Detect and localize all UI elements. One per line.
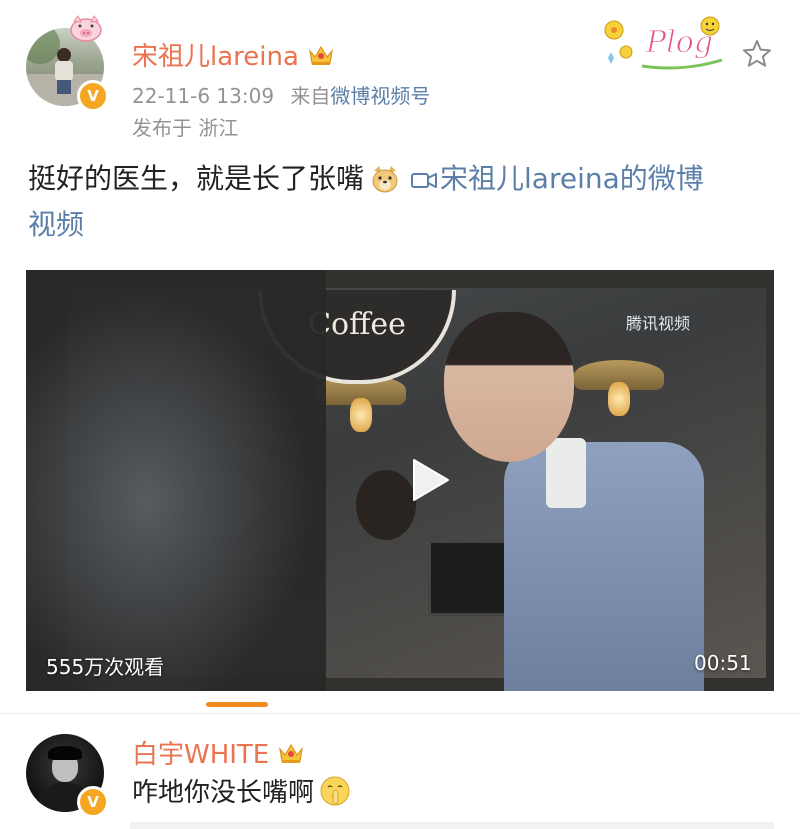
shush-face-icon [320,776,350,805]
post-body: 挺好的医生，就是长了张嘴 宋祖儿lareina的微博视频 [28,156,768,248]
post-timestamp: 22-11-6 13:09 [132,84,275,108]
video-link[interactable]: 宋祖儿lareina的微博 [440,162,704,195]
doge-emoji-icon [372,166,398,193]
pig-sticker-icon [70,15,102,42]
post-location: 发布于 浙江 [132,116,239,140]
source-link[interactable]: 微博视频号 [330,84,430,108]
section-divider [0,713,800,714]
plog-text: Plog [645,25,713,60]
commenter-verified-badge-icon: V [77,786,109,818]
post-text: 挺好的医生，就是长了张嘴 [28,162,365,195]
play-icon[interactable] [406,456,454,504]
view-count: 555万次观看 [46,655,165,679]
video-camera-icon [411,173,438,188]
post-meta: 22-11-6 13:09 来自微博视频号 [132,80,430,109]
comment-body: 咋地你没长嘴啊 [132,772,352,809]
video-duration: 00:51 [694,651,752,675]
tab-indicator [206,702,268,707]
author-username-text[interactable]: 宋祖儿lareina [132,36,299,73]
video-link-continued[interactable]: 视频 [28,208,84,241]
author-username[interactable]: 宋祖儿lareina [132,36,335,73]
source-prefix: 来自 [290,84,331,108]
crown-icon [308,45,333,65]
commenter-username-text[interactable]: 白宇WHITE [132,734,269,771]
commenter-crown-icon [279,743,304,763]
reply-preview-bar[interactable] [130,822,774,829]
favorite-star-icon[interactable] [741,38,773,70]
comment-text: 咋地你没长嘴啊 [132,778,315,808]
verified-badge-icon: V [77,80,109,112]
plog-sticker: Plog [604,16,723,70]
commenter-username[interactable]: 白宇WHITE [132,734,305,771]
tencent-video-watermark: 腾讯视频 [626,314,691,333]
video-player[interactable]: Coffee 腾讯视频 555万次观看 00:51 [26,270,774,691]
